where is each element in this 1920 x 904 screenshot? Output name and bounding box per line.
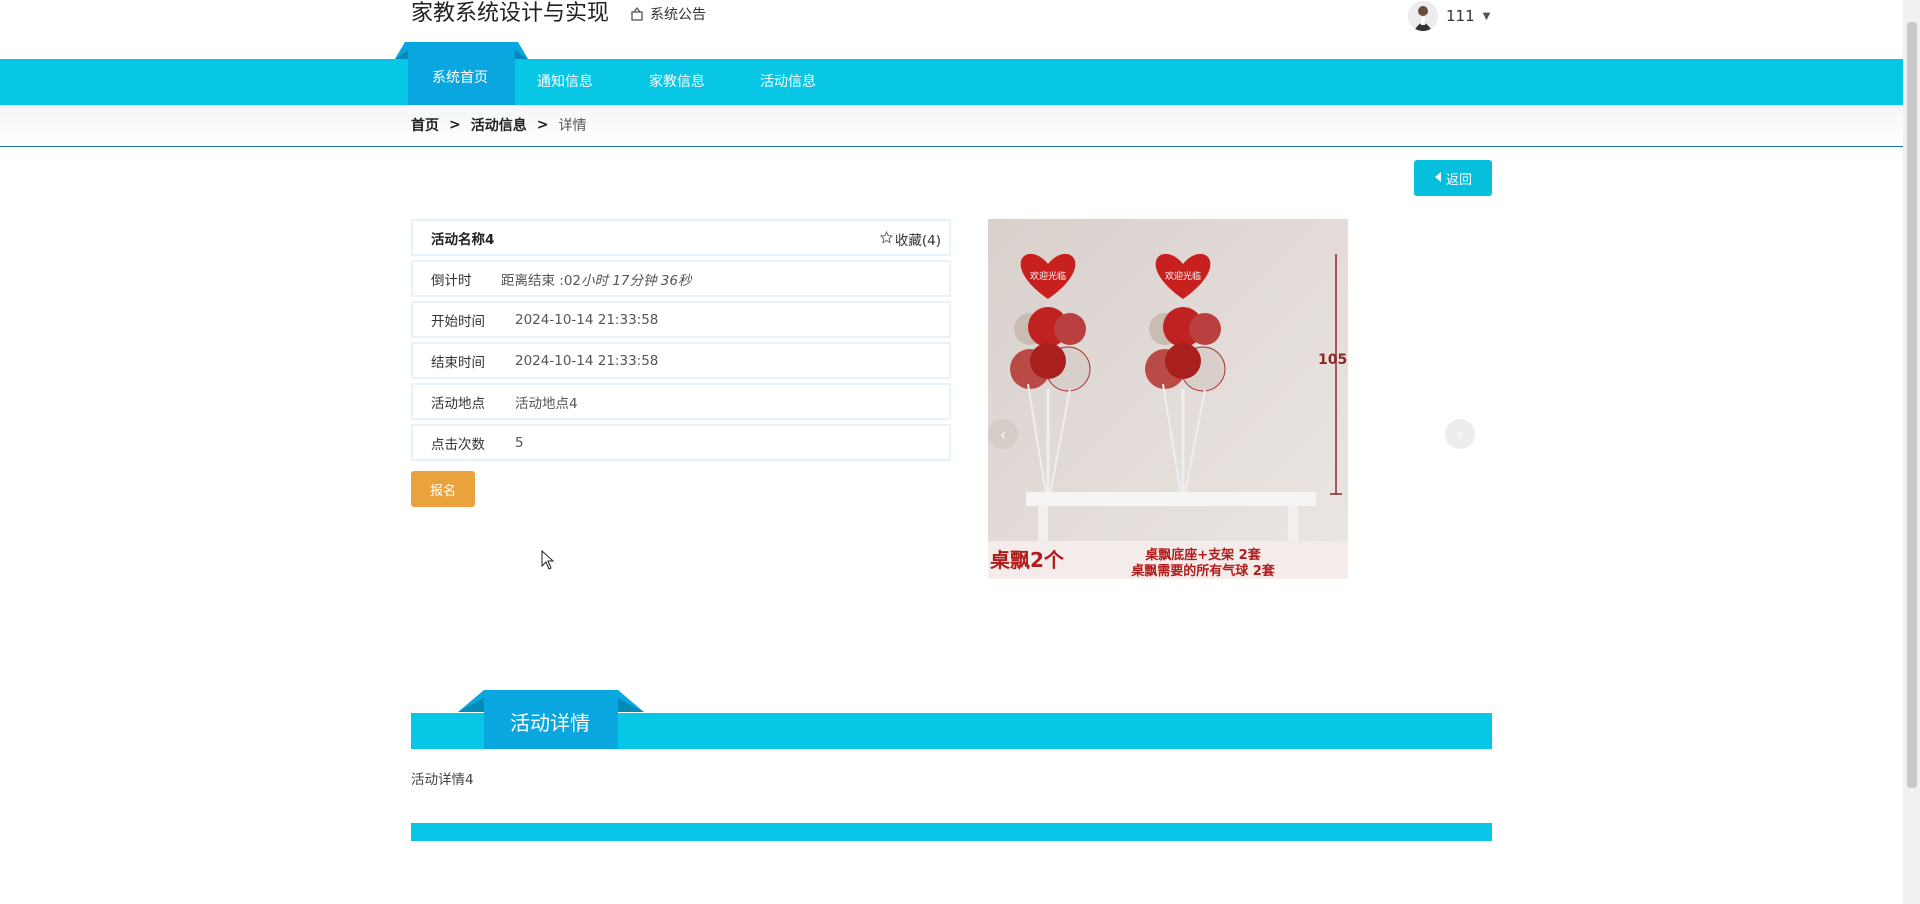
scrollbar-thumb[interactable] bbox=[1907, 22, 1917, 788]
chevron-down-icon: ▼ bbox=[1482, 10, 1491, 22]
balloon-label-right: 欢迎光临 bbox=[1165, 270, 1201, 282]
signup-button[interactable]: 报名 bbox=[411, 471, 475, 507]
clicks-value: 5 bbox=[515, 434, 524, 451]
user-name: 111 bbox=[1446, 7, 1475, 25]
nav-item-home[interactable]: 系统首页 bbox=[412, 62, 508, 100]
nav-item-activities[interactable]: 活动信息 bbox=[760, 59, 816, 105]
nav-item-tutors[interactable]: 家教信息 bbox=[649, 59, 705, 105]
vertical-scrollbar[interactable] bbox=[1903, 0, 1920, 904]
countdown-prefix: 距离结束 :02 bbox=[501, 272, 582, 289]
mouse-cursor-icon bbox=[541, 550, 555, 570]
detail-content: 活动详情4 bbox=[411, 772, 474, 788]
location-value: 活动地点4 bbox=[515, 395, 578, 412]
notice-link[interactable]: 系统公告 bbox=[630, 4, 706, 24]
clicks-row: 点击次数 5 bbox=[411, 424, 951, 461]
activity-title-row: 活动名称4 收藏(4) bbox=[411, 219, 951, 256]
activity-info-table: 活动名称4 收藏(4) 倒计时 距离结束 :02小时 17分钟 36秒 开始时间… bbox=[411, 219, 951, 465]
avatar bbox=[1408, 1, 1438, 31]
countdown-rest: 小时 17分钟 36秒 bbox=[581, 272, 692, 289]
end-time-label: 结束时间 bbox=[431, 354, 485, 371]
breadcrumb-separator: > bbox=[536, 117, 549, 133]
clicks-label: 点击次数 bbox=[431, 436, 485, 453]
back-button-label: 返回 bbox=[1445, 172, 1472, 188]
chevron-left-icon: ‹ bbox=[999, 424, 1007, 444]
detail-section-title: 活动详情 bbox=[510, 711, 590, 735]
start-time-label: 开始时间 bbox=[431, 313, 485, 330]
carousel-image: 欢迎光临 欢迎光临 105 桌飘2个 桌飘底座+支架 2套 桌飘需要的所有气球 … bbox=[988, 219, 1348, 579]
chevron-right-icon: › bbox=[1456, 424, 1464, 444]
detail-footer-bar bbox=[411, 823, 1492, 841]
breadcrumb-separator: > bbox=[449, 117, 461, 133]
user-menu[interactable]: 111 ▼ bbox=[1408, 0, 1490, 32]
notice-icon bbox=[630, 6, 644, 21]
caption-left: 桌飘2个 bbox=[990, 548, 1065, 572]
caption-right-1: 桌飘底座+支架 2套 bbox=[1145, 547, 1261, 563]
caret-left-icon bbox=[1434, 171, 1442, 186]
location-row: 活动地点 活动地点4 bbox=[411, 383, 951, 420]
start-time-row: 开始时间 2024-10-14 21:33:58 bbox=[411, 301, 951, 338]
breadcrumb-bar bbox=[0, 105, 1920, 147]
carousel-prev-button[interactable]: ‹ bbox=[988, 419, 1018, 449]
main-nav bbox=[0, 59, 1920, 105]
carousel-next-button[interactable]: › bbox=[1445, 419, 1475, 449]
breadcrumb-current: 详情 bbox=[558, 118, 587, 134]
top-header: 家教系统设计与实现 系统公告 111 ▼ bbox=[0, 0, 1920, 60]
location-label: 活动地点 bbox=[431, 395, 485, 412]
breadcrumb-activities[interactable]: 活动信息 bbox=[471, 115, 527, 135]
caption-right-2: 桌飘需要的所有气球 2套 bbox=[1131, 563, 1276, 579]
start-time-value: 2024-10-14 21:33:58 bbox=[515, 311, 659, 328]
favorite-button[interactable]: 收藏(4) bbox=[879, 229, 941, 249]
activity-name: 活动名称4 bbox=[431, 231, 495, 248]
back-button[interactable]: 返回 bbox=[1414, 160, 1492, 196]
nav-item-notices[interactable]: 通知信息 bbox=[537, 59, 593, 105]
star-icon bbox=[879, 230, 894, 248]
size-mark: 105 bbox=[1318, 352, 1347, 368]
image-carousel: 欢迎光临 欢迎光临 105 桌飘2个 桌飘底座+支架 2套 桌飘需要的所有气球 … bbox=[988, 219, 1478, 579]
countdown-label: 倒计时 bbox=[431, 272, 472, 289]
countdown-row: 倒计时 距离结束 :02小时 17分钟 36秒 bbox=[411, 260, 951, 297]
breadcrumb: 首页 > 活动信息 > 详情 bbox=[411, 115, 586, 135]
site-title: 家教系统设计与实现 bbox=[411, 1, 610, 26]
breadcrumb-home[interactable]: 首页 bbox=[411, 115, 439, 135]
notice-label: 系统公告 bbox=[650, 7, 706, 23]
favorite-label: 收藏(4) bbox=[894, 233, 941, 249]
end-time-row: 结束时间 2024-10-14 21:33:58 bbox=[411, 342, 951, 379]
balloon-label-left: 欢迎光临 bbox=[1030, 270, 1066, 282]
end-time-value: 2024-10-14 21:33:58 bbox=[515, 352, 659, 369]
